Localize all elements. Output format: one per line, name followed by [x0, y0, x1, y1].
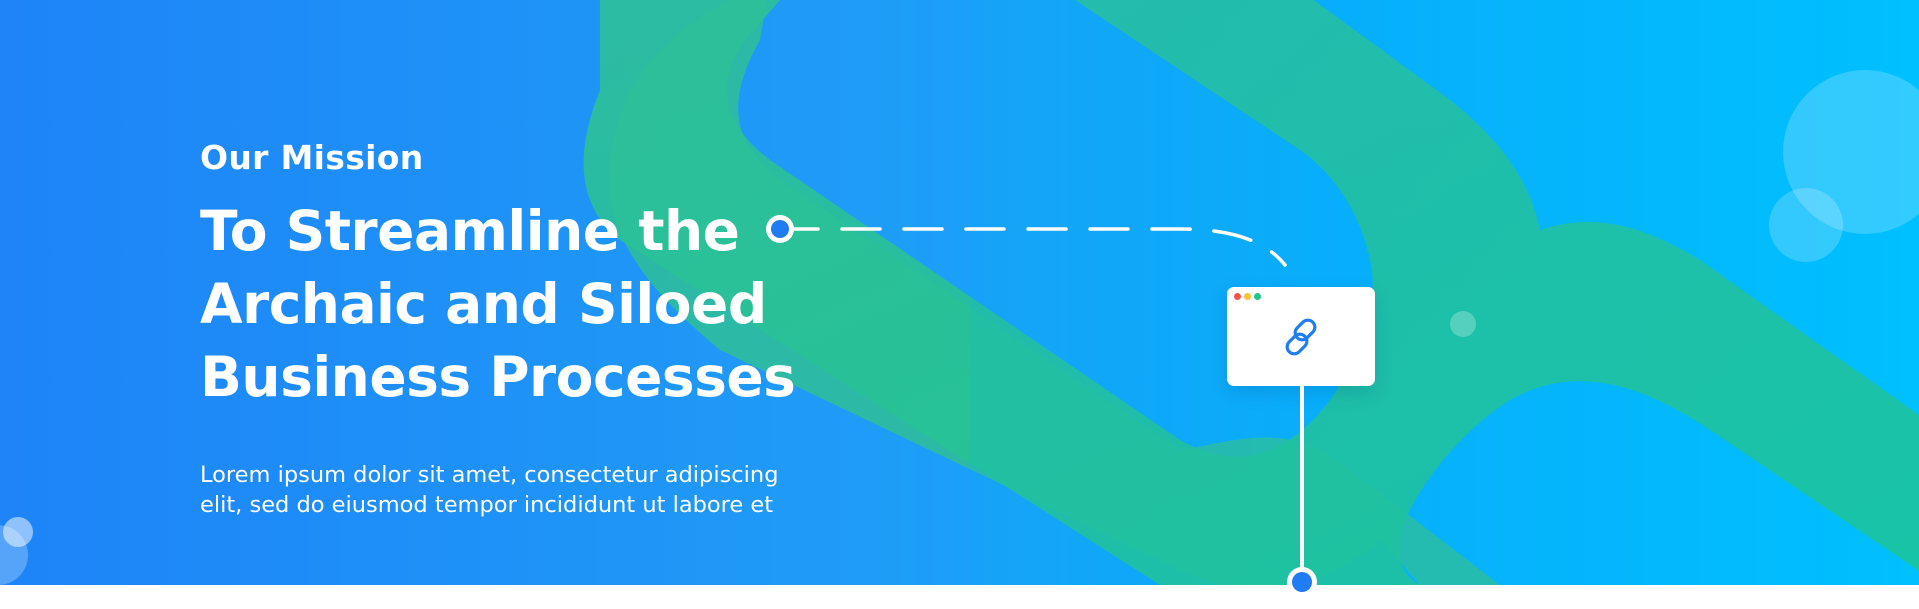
page-title: To Streamline the Archaic and Siloed Bus… [200, 195, 840, 414]
section-divider [0, 585, 1919, 609]
description-line: elit, sed do eiusmod tempor incididunt u… [200, 492, 774, 518]
link-card [1227, 287, 1375, 386]
hero-content: Our Mission To Streamline the Archaic an… [200, 138, 880, 543]
hero-description: Lorem ipsum dolor sit amet, consectetur … [200, 460, 860, 520]
section-eyebrow: Our Mission [200, 138, 424, 177]
window-dots [1234, 293, 1261, 300]
right-wash [970, 0, 1919, 585]
link-icon [1285, 318, 1317, 355]
red-dot [1234, 293, 1241, 300]
headline-line: Business Processes [200, 345, 796, 409]
deco-circle-medium [1769, 188, 1843, 262]
deco-circle-small [1450, 311, 1476, 337]
deco-bubble-left-small [3, 517, 33, 547]
green-dot [1254, 293, 1261, 300]
description-line: Lorem ipsum dolor sit amet, consectetur … [200, 462, 779, 488]
headline-line: Archaic and Siloed [200, 272, 767, 336]
headline-line: To Streamline the [200, 199, 740, 263]
yellow-dot [1244, 293, 1251, 300]
mission-hero: Our Mission To Streamline the Archaic an… [0, 0, 1919, 585]
